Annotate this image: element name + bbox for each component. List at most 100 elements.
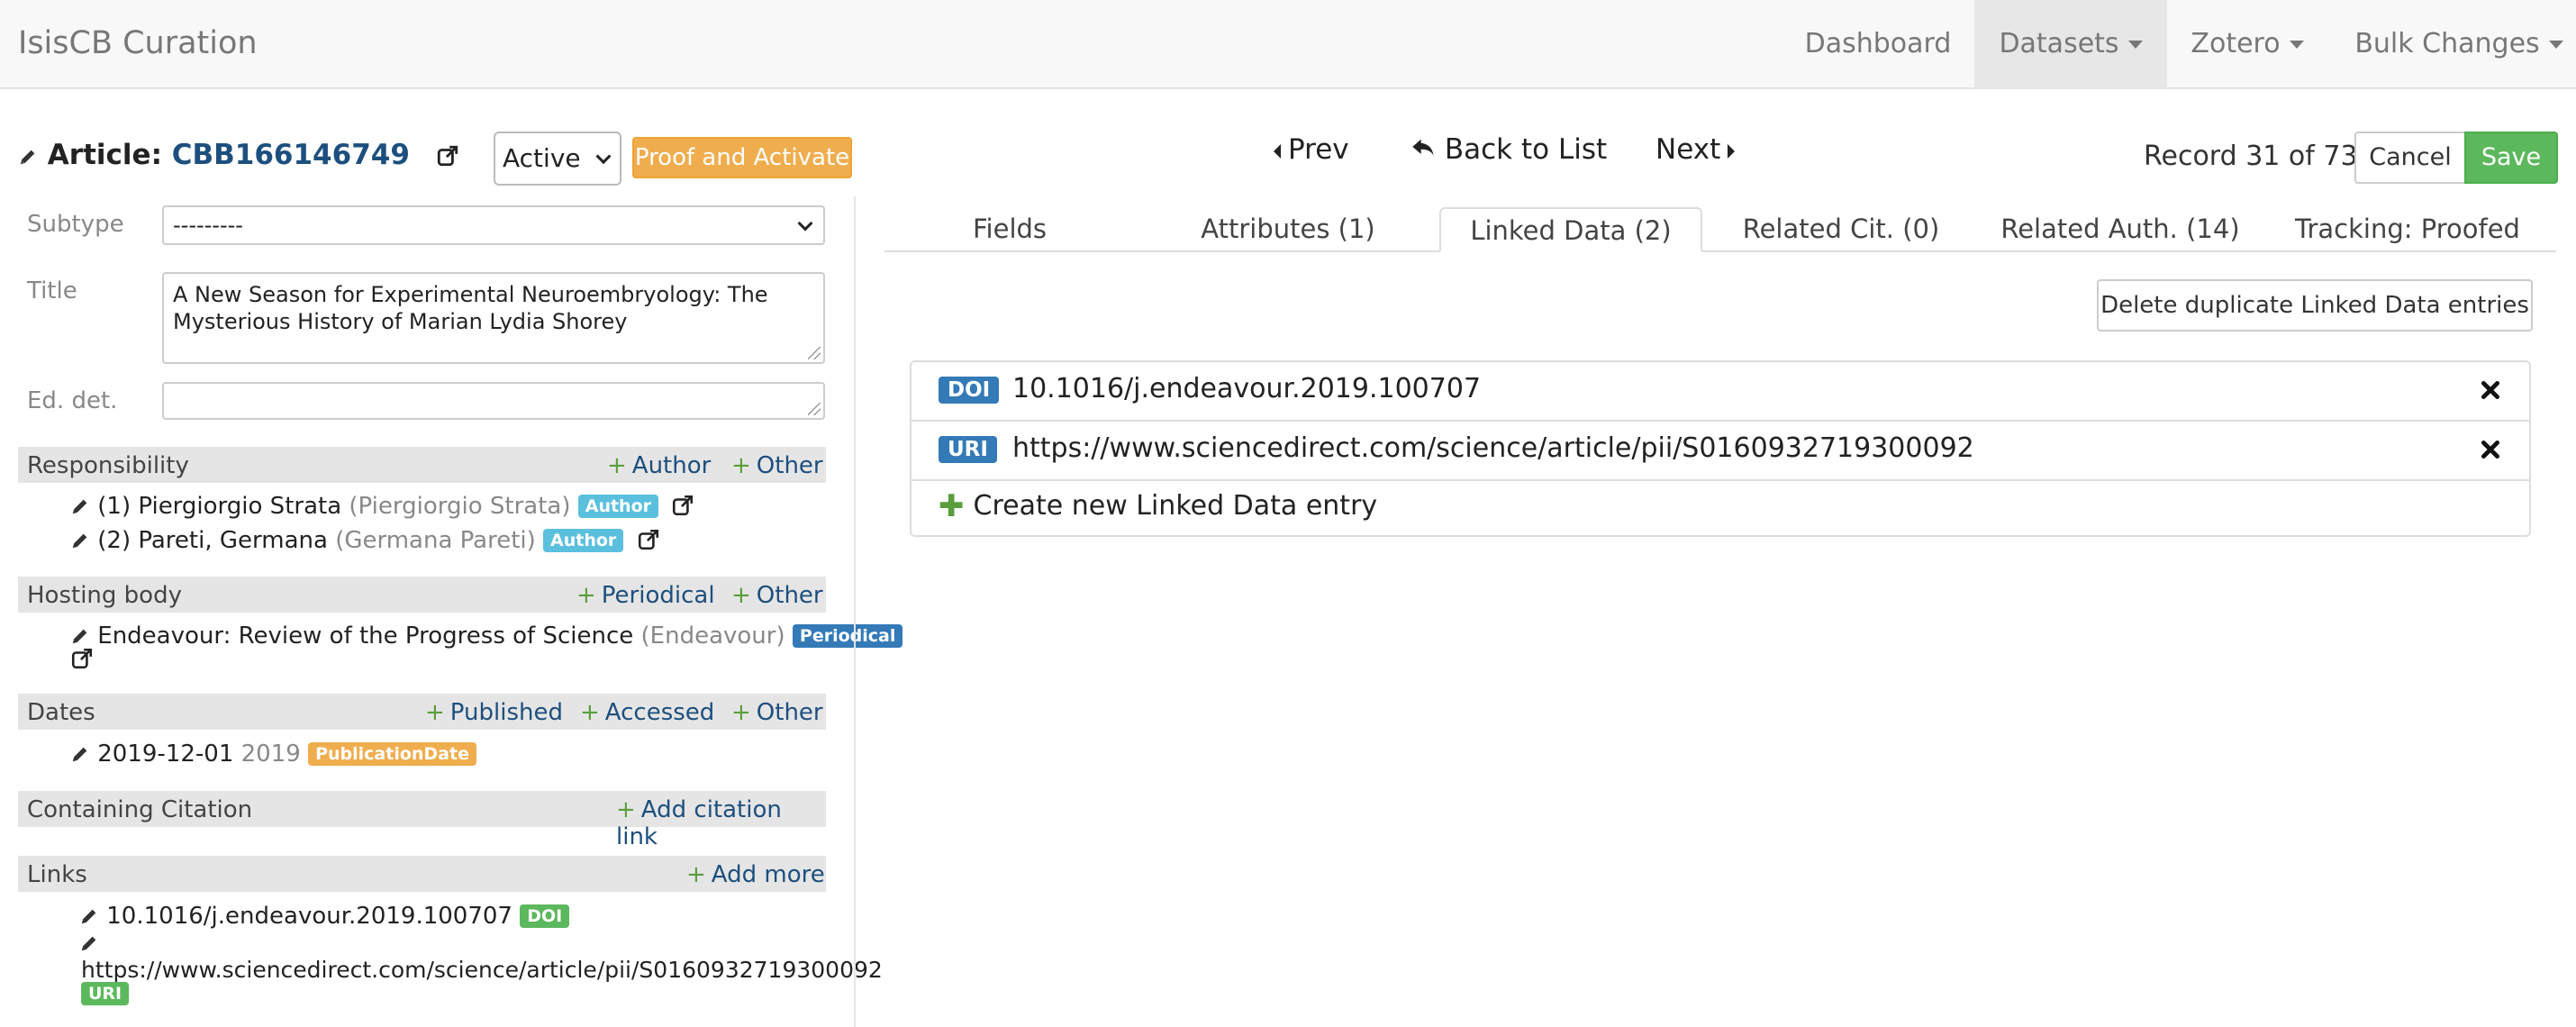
status-select[interactable]: Active: [494, 132, 621, 186]
delete-x-icon[interactable]: [2479, 378, 2502, 402]
pencil-icon[interactable]: [79, 906, 99, 926]
caret-down-icon: [2127, 41, 2143, 49]
add-published-link[interactable]: + Published: [425, 699, 563, 726]
plus-icon: ✚: [939, 488, 965, 524]
next-link-label: Next: [1655, 133, 1721, 166]
nav-bulk-changes[interactable]: Bulk Changes: [2342, 0, 2576, 87]
add-other-label: Other: [756, 582, 823, 609]
linked-data-value: 10.1016/j.endeavour.2019.100707: [1012, 373, 1482, 404]
tab-related-authorities[interactable]: Related Auth. (14): [1978, 207, 2263, 252]
add-other-label: Other: [756, 452, 823, 479]
periodical-alias: (Endeavour): [640, 623, 785, 650]
caret-down-icon: [2548, 41, 2563, 49]
responsibility-title: Responsibility: [27, 452, 189, 479]
ed-det-label: Ed. det.: [27, 387, 118, 414]
add-other-hosting-link[interactable]: + Other: [731, 582, 823, 609]
ed-det-textarea[interactable]: [162, 382, 825, 420]
record-counter: Record 31 of 73: [2144, 141, 2358, 172]
tab-related-citations[interactable]: Related Cit. (0): [1713, 207, 1969, 252]
external-link-icon[interactable]: [671, 494, 694, 517]
plus-icon: +: [731, 452, 751, 479]
add-other-date-link[interactable]: + Other: [731, 699, 823, 726]
delete-duplicates-button[interactable]: Delete duplicate Linked Data entries: [2097, 279, 2533, 332]
author-alias: (Piergiorgio Strata): [349, 493, 571, 520]
column-divider: [854, 196, 856, 1027]
pencil-icon[interactable]: [70, 626, 90, 646]
uri-badge: URI: [81, 982, 130, 1005]
back-to-list-link[interactable]: Back to List: [1410, 133, 1607, 166]
ed-det-value: [164, 384, 823, 398]
add-periodical-link[interactable]: + Periodical: [576, 582, 715, 609]
hosting-entry: Endeavour: Review of the Progress of Sci…: [70, 623, 903, 650]
hosting-body-section-header: Hosting body + Periodical + Other: [18, 577, 826, 613]
add-accessed-label: Accessed: [604, 699, 715, 726]
record-type-label: Article: [47, 139, 151, 171]
nav-zotero-label: Zotero: [2191, 28, 2281, 59]
create-linked-data-label: Create new Linked Data entry: [973, 490, 1378, 522]
record-id: CBB166146749: [171, 139, 410, 171]
tab-fields[interactable]: Fields: [892, 207, 1128, 252]
add-other-label: Other: [756, 699, 823, 726]
next-link[interactable]: Next: [1655, 133, 1736, 166]
subtype-select-value: ---------: [173, 213, 243, 238]
plus-icon: +: [731, 699, 751, 726]
links-section-header: Links + Add more: [18, 856, 826, 892]
tab-linked-data[interactable]: Linked Data (2): [1439, 207, 1702, 252]
create-linked-data-link[interactable]: ✚ Create new Linked Data entry: [939, 488, 1377, 524]
external-link-icon[interactable]: [637, 528, 660, 551]
link-value[interactable]: 10.1016/j.endeavour.2019.100707: [106, 903, 512, 930]
containing-citation-section-header: Containing Citation + Add citation link: [18, 791, 826, 850]
add-other-responsibility-link[interactable]: + Other: [731, 452, 823, 479]
chevron-down-icon: [797, 215, 813, 232]
responsibility-section-header: Responsibility + Author + Other: [18, 447, 826, 483]
nav-datasets[interactable]: Datasets: [1974, 0, 2167, 87]
plus-icon: +: [731, 582, 751, 609]
pencil-icon[interactable]: [70, 744, 90, 764]
pencil-icon[interactable]: [18, 147, 38, 167]
nav-zotero[interactable]: Zotero: [2180, 0, 2315, 87]
link-badge-wrap: URI: [81, 982, 130, 1005]
resize-handle-icon[interactable]: [808, 347, 821, 359]
title-textarea[interactable]: A New Season for Experimental Neuroembry…: [162, 272, 825, 364]
add-accessed-link[interactable]: + Accessed: [580, 699, 714, 726]
author-name[interactable]: (1) Piergiorgio Strata: [97, 493, 341, 520]
delete-x-icon[interactable]: [2479, 438, 2502, 461]
links-title: Links: [27, 861, 87, 888]
prev-link[interactable]: Prev: [1274, 133, 1349, 166]
proof-and-activate-button[interactable]: Proof and Activate: [632, 137, 852, 178]
triangle-right-icon: [1728, 143, 1736, 159]
external-link-icon[interactable]: [436, 144, 459, 168]
plus-icon: +: [425, 699, 445, 726]
hosting-body-title: Hosting body: [27, 582, 182, 609]
caret-down-icon: [2289, 41, 2304, 49]
pencil-icon[interactable]: [70, 496, 90, 516]
tab-tracking[interactable]: Tracking: Proofed: [2270, 207, 2545, 252]
save-button[interactable]: Save: [2464, 132, 2558, 184]
plus-icon: +: [576, 582, 596, 609]
linked-data-list: DOI 10.1016/j.endeavour.2019.100707 URI …: [910, 360, 2531, 537]
add-author-link[interactable]: + Author: [607, 452, 711, 479]
external-link-icon[interactable]: [70, 647, 94, 670]
author-alias: (Germana Pareti): [335, 527, 536, 554]
add-citation-link[interactable]: + Add citation link: [616, 796, 826, 850]
pencil-icon[interactable]: [70, 531, 90, 550]
uri-type-badge: URI: [939, 436, 997, 463]
responsibility-entry: (1) Piergiorgio Strata (Piergiorgio Stra…: [70, 493, 694, 520]
resize-handle-icon[interactable]: [808, 403, 821, 415]
tab-attributes[interactable]: Attributes (1): [1144, 207, 1432, 252]
add-more-links-link[interactable]: + Add more: [686, 861, 825, 888]
linked-data-row: DOI 10.1016/j.endeavour.2019.100707: [912, 362, 2529, 422]
cancel-button[interactable]: Cancel: [2354, 132, 2466, 184]
linked-data-row: URI https://www.sciencedirect.com/scienc…: [912, 422, 2529, 481]
pencil-icon[interactable]: [79, 933, 99, 953]
periodical-name[interactable]: Endeavour: Review of the Progress of Sci…: [97, 623, 633, 650]
author-name[interactable]: (2) Pareti, Germana: [97, 527, 328, 554]
responsibility-entry: (2) Pareti, Germana (Germana Pareti) Aut…: [70, 527, 660, 554]
date-year: 2019: [240, 741, 301, 768]
brand-logo-text[interactable]: IsisCB Curation: [18, 25, 258, 61]
nav-dashboard[interactable]: Dashboard: [1792, 0, 1964, 87]
triangle-left-icon: [1274, 143, 1281, 159]
link-value[interactable]: https://www.sciencedirect.com/science/ar…: [81, 957, 883, 983]
author-badge: Author: [543, 529, 624, 552]
subtype-select[interactable]: ---------: [162, 205, 825, 245]
